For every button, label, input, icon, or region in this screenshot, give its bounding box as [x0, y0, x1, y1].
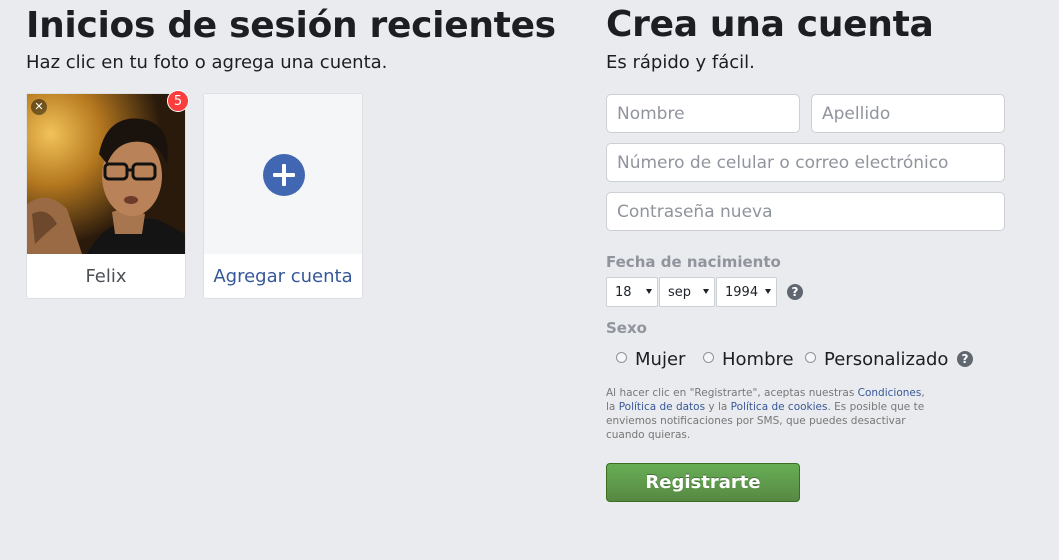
birthday-help-icon[interactable]: ?: [787, 284, 803, 300]
sex-option-label[interactable]: Mujer: [635, 349, 685, 370]
last-name-input[interactable]: [811, 94, 1005, 133]
chevron-down-icon: [765, 289, 771, 294]
birthday-year-select[interactable]: 1994: [716, 277, 777, 307]
birthday-day-select[interactable]: 18: [606, 277, 658, 307]
recent-logins-subtitle: Haz clic en tu foto o agrega una cuenta.: [26, 52, 388, 73]
chevron-down-icon: [703, 289, 709, 294]
sex-option-custom[interactable]: Personalizado: [805, 349, 948, 370]
chevron-down-icon: [646, 289, 652, 294]
add-account-label[interactable]: Agregar cuenta: [204, 254, 362, 298]
legal-text: y la: [705, 401, 731, 413]
birthday-year-value: 1994: [725, 284, 759, 300]
legal-notice: Al hacer clic en "Registrarte", aceptas …: [606, 386, 926, 442]
radio-custom[interactable]: [805, 352, 816, 363]
add-account-card[interactable]: Agregar cuenta: [203, 93, 363, 299]
data-policy-link[interactable]: Política de datos: [619, 401, 705, 413]
sex-option-female[interactable]: Mujer: [616, 349, 685, 370]
birthday-month-select[interactable]: sep: [659, 277, 715, 307]
remove-account-close-icon[interactable]: ✕: [31, 99, 47, 115]
sex-option-label[interactable]: Personalizado: [824, 349, 948, 370]
first-name-input[interactable]: [606, 94, 800, 133]
profile-photo-image: [27, 94, 185, 254]
sex-help-icon[interactable]: ?: [957, 351, 973, 367]
add-account-area[interactable]: [204, 94, 362, 254]
radio-male[interactable]: [703, 352, 714, 363]
signup-title: Crea una cuenta: [606, 4, 934, 45]
cookie-policy-link[interactable]: Política de cookies: [731, 401, 828, 413]
terms-link[interactable]: Condiciones: [858, 387, 922, 399]
legal-text: Al hacer clic en "Registrarte", aceptas …: [606, 387, 858, 399]
birthday-day-value: 18: [615, 284, 632, 300]
notification-badge: 5: [167, 90, 189, 112]
birthday-label: Fecha de nacimiento: [606, 253, 781, 271]
radio-female[interactable]: [616, 352, 627, 363]
contact-input[interactable]: [606, 143, 1005, 182]
signup-subtitle: Es rápido y fácil.: [606, 52, 755, 73]
signup-button[interactable]: Registrarte: [606, 463, 800, 502]
page: Inicios de sesión recientes Haz clic en …: [0, 0, 1059, 560]
password-input[interactable]: [606, 192, 1005, 231]
recent-logins-title: Inicios de sesión recientes: [26, 5, 556, 46]
sex-label: Sexo: [606, 319, 647, 337]
plus-icon[interactable]: [263, 154, 305, 196]
sex-option-label[interactable]: Hombre: [722, 349, 794, 370]
account-card-felix[interactable]: ✕ 5 Felix: [26, 90, 189, 299]
sex-option-male[interactable]: Hombre: [703, 349, 794, 370]
profile-photo[interactable]: ✕: [27, 94, 185, 254]
birthday-month-value: sep: [668, 284, 692, 300]
account-name[interactable]: Felix: [27, 254, 185, 298]
